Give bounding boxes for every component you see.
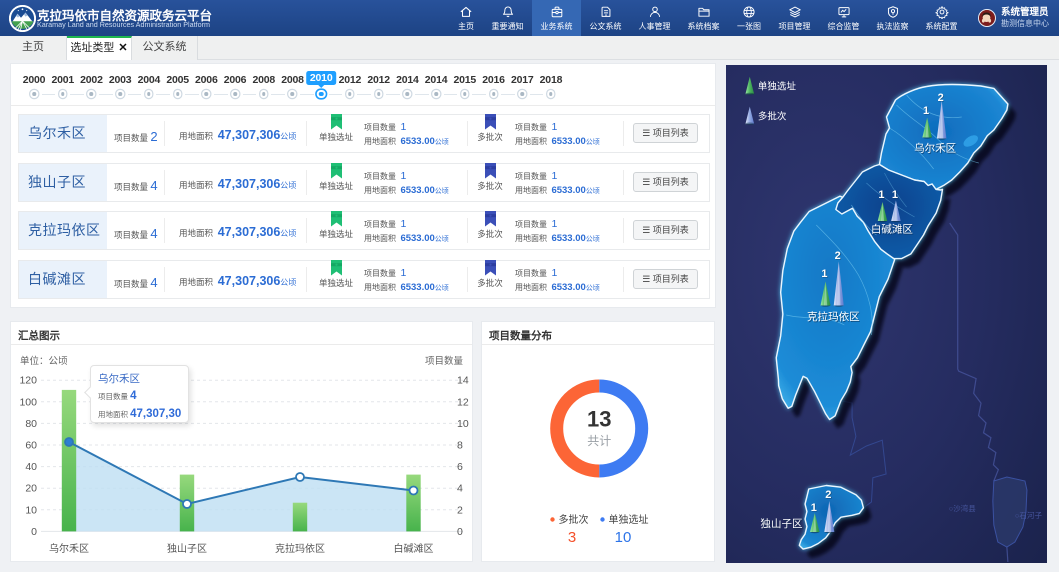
svg-text:单独选址: 单独选址 — [609, 513, 649, 526]
svg-text:100: 100 — [19, 396, 37, 408]
svg-text:2: 2 — [835, 250, 841, 262]
svg-text:10: 10 — [457, 418, 469, 430]
svg-text:3: 3 — [568, 529, 576, 546]
svg-text:13: 13 — [587, 407, 611, 432]
svg-text:项目数量: 项目数量 — [425, 355, 464, 367]
svg-text:单位：公顷: 单位：公顷 — [20, 355, 68, 367]
svg-text:白碱滩区: 白碱滩区 — [394, 542, 434, 555]
svg-text:10: 10 — [615, 529, 632, 546]
svg-text:60: 60 — [25, 440, 37, 452]
svg-text:1: 1 — [923, 105, 929, 117]
svg-text:6: 6 — [457, 461, 463, 473]
svg-text:120: 120 — [19, 375, 37, 387]
svg-text:○沙湾县: ○沙湾县 — [949, 503, 977, 513]
svg-text:共计: 共计 — [587, 434, 611, 448]
svg-text:14: 14 — [457, 375, 469, 387]
svg-text:12: 12 — [457, 396, 469, 408]
svg-text:克拉玛依区: 克拉玛依区 — [807, 310, 860, 323]
svg-text:10: 10 — [25, 504, 37, 516]
svg-text:多批次: 多批次 — [758, 110, 787, 122]
svg-text:4: 4 — [457, 483, 463, 495]
svg-text:乌尔禾区: 乌尔禾区 — [49, 542, 89, 555]
svg-text:1: 1 — [878, 189, 884, 201]
svg-text:2: 2 — [457, 504, 463, 516]
svg-text:白碱滩区: 白碱滩区 — [871, 223, 913, 236]
svg-text:1: 1 — [821, 268, 827, 280]
svg-text:单独选址: 单独选址 — [758, 81, 797, 93]
svg-text:2: 2 — [938, 92, 944, 104]
svg-text:○石河子: ○石河子 — [1015, 511, 1043, 520]
svg-text:80: 80 — [25, 418, 37, 430]
svg-text:40: 40 — [25, 461, 37, 473]
svg-text:0: 0 — [457, 526, 463, 538]
svg-text:0: 0 — [31, 526, 37, 538]
svg-text:乌尔禾区: 乌尔禾区 — [914, 142, 956, 155]
svg-text:1: 1 — [811, 502, 817, 514]
svg-text:克拉玛依区: 克拉玛依区 — [275, 542, 325, 555]
svg-text:多批次: 多批次 — [559, 513, 589, 526]
svg-text:2: 2 — [825, 489, 831, 501]
svg-text:20: 20 — [25, 483, 37, 495]
svg-text:独山子区: 独山子区 — [760, 517, 802, 530]
svg-text:1: 1 — [892, 189, 898, 201]
svg-text:8: 8 — [457, 440, 463, 452]
svg-text:独山子区: 独山子区 — [167, 542, 207, 555]
